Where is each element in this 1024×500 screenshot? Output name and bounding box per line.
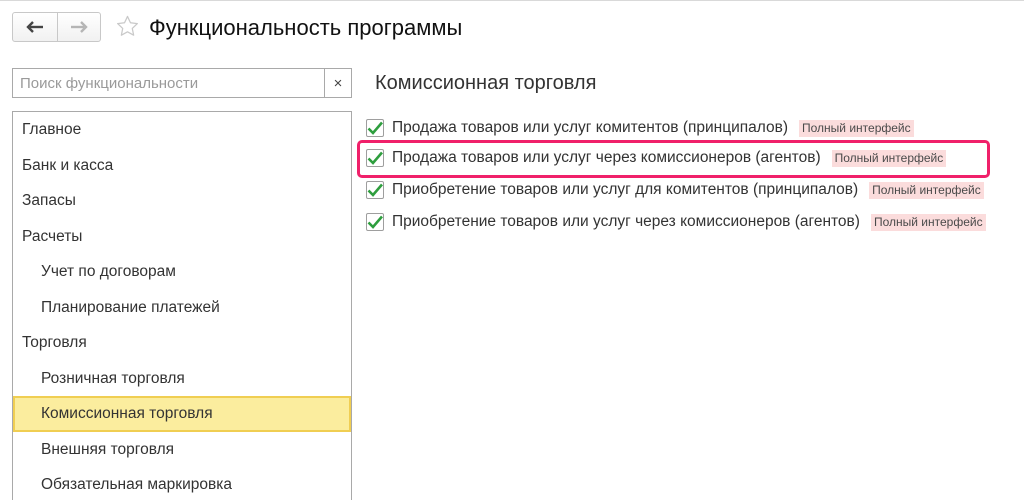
sidebar-item-label: Внешняя торговля bbox=[41, 440, 175, 458]
checkmark-icon bbox=[367, 121, 383, 135]
checkmark-icon bbox=[367, 215, 383, 229]
option-sales-via-agents[interactable]: Продажа товаров или услуг через комиссио… bbox=[366, 147, 947, 169]
sidebar-item-trade[interactable]: Торговля bbox=[13, 325, 351, 361]
section-title: Комиссионная торговля bbox=[375, 72, 597, 94]
star-outline-icon bbox=[116, 15, 138, 36]
arrow-right-icon bbox=[70, 21, 88, 33]
sidebar-item-label: Торговля bbox=[22, 334, 87, 351]
sidebar-item-label: Банк и касса bbox=[22, 156, 114, 174]
sidebar-item-foreign-trade[interactable]: Внешняя торговля bbox=[13, 432, 351, 468]
sidebar-item-label: Комиссионная торговля bbox=[41, 405, 213, 422]
close-icon: × bbox=[333, 74, 343, 92]
sidebar-item-payment-planning[interactable]: Планирование платежей bbox=[13, 290, 351, 326]
sidebar-item-label: Запасы bbox=[22, 192, 76, 209]
sidebar-item-main[interactable]: Главное bbox=[13, 112, 351, 148]
page-title: Функциональность программы bbox=[149, 15, 463, 40]
checkmark-icon bbox=[367, 183, 383, 197]
interface-badge: Полный интерфейс bbox=[831, 149, 947, 167]
interface-badge: Полный интерфейс bbox=[869, 181, 984, 199]
checkmark-icon bbox=[367, 151, 383, 165]
search-clear-button[interactable]: × bbox=[324, 69, 351, 97]
sidebar-item-contract-accounting[interactable]: Учет по договорам bbox=[13, 254, 351, 290]
sidebar-item-label: Розничная торговля bbox=[41, 369, 185, 387]
arrow-left-icon bbox=[26, 21, 43, 33]
sidebar-item-label: Учет по договорам bbox=[41, 263, 176, 280]
favorite-button[interactable] bbox=[115, 14, 139, 38]
option-label: Приобретение товаров или услуг через ком… bbox=[392, 213, 860, 230]
option-label: Приобретение товаров или услуг для комит… bbox=[392, 181, 859, 198]
sidebar-item-label: Планирование платежей bbox=[41, 298, 220, 316]
sections-list: Главное Банк и касса Запасы Расчеты Учет… bbox=[12, 111, 352, 500]
sidebar-item-commission-trade[interactable]: Комиссионная торговля bbox=[13, 396, 351, 432]
interface-badge: Полный интерфейс bbox=[870, 213, 986, 231]
sidebar-item-mandatory-marking[interactable]: Обязательная маркировка bbox=[13, 467, 351, 500]
sidebar-item-label: Главное bbox=[22, 121, 82, 138]
sidebar-item-bank-cash[interactable]: Банк и касса bbox=[13, 148, 351, 184]
option-label: Продажа товаров или услуг комитентов (пр… bbox=[392, 119, 789, 136]
back-button[interactable] bbox=[13, 13, 57, 41]
option-checkbox[interactable] bbox=[366, 119, 384, 137]
option-checkbox[interactable] bbox=[366, 181, 384, 199]
sidebar-item-label: Обязательная маркировка bbox=[41, 476, 232, 493]
sidebar-item-inventory[interactable]: Запасы bbox=[13, 183, 351, 219]
interface-badge: Полный интерфейс bbox=[799, 119, 914, 137]
option-checkbox[interactable] bbox=[366, 149, 384, 167]
search-input[interactable] bbox=[13, 69, 324, 97]
sidebar-item-settlements[interactable]: Расчеты bbox=[13, 219, 351, 255]
option-sales-of-consignors[interactable]: Продажа товаров или услуг комитентов (пр… bbox=[366, 117, 914, 139]
option-purchase-via-agents[interactable]: Приобретение товаров или услуг через ком… bbox=[366, 211, 986, 233]
sidebar-item-retail[interactable]: Розничная торговля bbox=[13, 361, 351, 397]
option-purchase-for-consignors[interactable]: Приобретение товаров или услуг для комит… bbox=[366, 179, 984, 201]
option-checkbox[interactable] bbox=[366, 213, 384, 231]
history-navigation bbox=[12, 12, 101, 42]
forward-button[interactable] bbox=[56, 13, 101, 41]
top-divider bbox=[0, 0, 1024, 1]
sidebar-item-label: Расчеты bbox=[22, 227, 83, 245]
option-label: Продажа товаров или услуг через комиссио… bbox=[392, 149, 821, 166]
search-field: × bbox=[12, 68, 352, 98]
